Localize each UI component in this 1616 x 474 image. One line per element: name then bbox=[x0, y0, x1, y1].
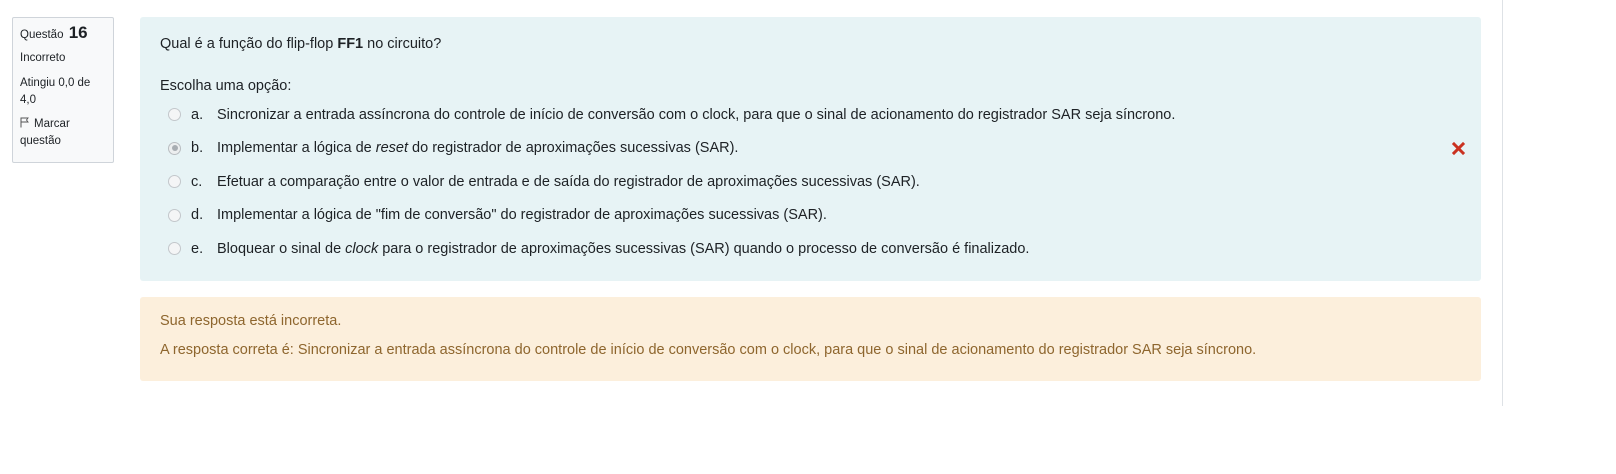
correct-answer-text: A resposta correta é: Sincronizar a entr… bbox=[160, 342, 1257, 358]
question-text-before: Qual é a função do flip-flop bbox=[160, 36, 338, 52]
answer-text: Bloquear o sinal de clock para o registr… bbox=[217, 240, 1030, 257]
answer-list: a. Sincronizar a entrada assíncrona do c… bbox=[160, 98, 1466, 266]
answer-text: Implementar a lógica de "fim de conversã… bbox=[217, 207, 827, 224]
answer-text: Implementar a lógica de reset do registr… bbox=[217, 140, 739, 157]
answer-letter: a. bbox=[191, 106, 204, 123]
answer-text: Sincronizar a entrada assíncrona do cont… bbox=[217, 106, 1176, 123]
answer-radio-a[interactable] bbox=[168, 108, 181, 122]
answer-radio-c[interactable] bbox=[168, 175, 181, 189]
answer-option-a[interactable]: a. Sincronizar a entrada assíncrona do c… bbox=[160, 98, 1461, 132]
right-divider bbox=[1502, 0, 1503, 406]
flag-question-link[interactable]: Marcar questão bbox=[20, 116, 106, 150]
answer-radio-d[interactable] bbox=[168, 208, 181, 222]
answer-letter: e. bbox=[191, 240, 204, 257]
answer-option-b[interactable]: b. Implementar a lógica de reset do regi… bbox=[160, 132, 1466, 166]
question-label: Questão bbox=[20, 29, 64, 41]
answer-radio-b[interactable] bbox=[168, 141, 181, 155]
question-state: Incorreto bbox=[20, 52, 66, 64]
question-number: 16 bbox=[68, 23, 88, 42]
feedback-status: Sua resposta está incorreta. bbox=[160, 313, 342, 329]
question-info-panel: Questão 16 Incorreto Atingiu 0,0 de 4,0 … bbox=[12, 17, 114, 163]
question-text-bold: FF1 bbox=[337, 36, 364, 52]
flag-icon bbox=[20, 117, 30, 128]
question-text: Qual é a função do flip-flop FF1 no circ… bbox=[160, 34, 1461, 54]
question-grade: Atingiu 0,0 de 4,0 bbox=[20, 77, 91, 106]
question-number-line: Questão 16 bbox=[20, 24, 106, 44]
answer-prompt: Escolha uma opção: bbox=[160, 78, 292, 94]
answer-option-c[interactable]: c. Efetuar a comparação entre o valor de… bbox=[160, 165, 1461, 199]
quiz-review-page: Questão 16 Incorreto Atingiu 0,0 de 4,0 … bbox=[0, 0, 1616, 474]
red-x-icon bbox=[1451, 141, 1466, 155]
answer-letter: c. bbox=[191, 173, 203, 190]
question-formulation: Qual é a função do flip-flop FF1 no circ… bbox=[140, 17, 1481, 281]
question-text-after: no circuito? bbox=[363, 36, 442, 52]
answer-letter: b. bbox=[191, 140, 204, 157]
answer-letter: d. bbox=[191, 207, 204, 224]
feedback-panel: Sua resposta está incorreta. A resposta … bbox=[140, 297, 1481, 381]
answer-radio-e[interactable] bbox=[168, 242, 181, 256]
answer-option-e[interactable]: e. Bloquear o sinal de clock para o regi… bbox=[160, 232, 1461, 266]
answer-text: Efetuar a comparação entre o valor de en… bbox=[217, 173, 920, 190]
answer-option-d[interactable]: d. Implementar a lógica de "fim de conve… bbox=[160, 199, 1461, 233]
